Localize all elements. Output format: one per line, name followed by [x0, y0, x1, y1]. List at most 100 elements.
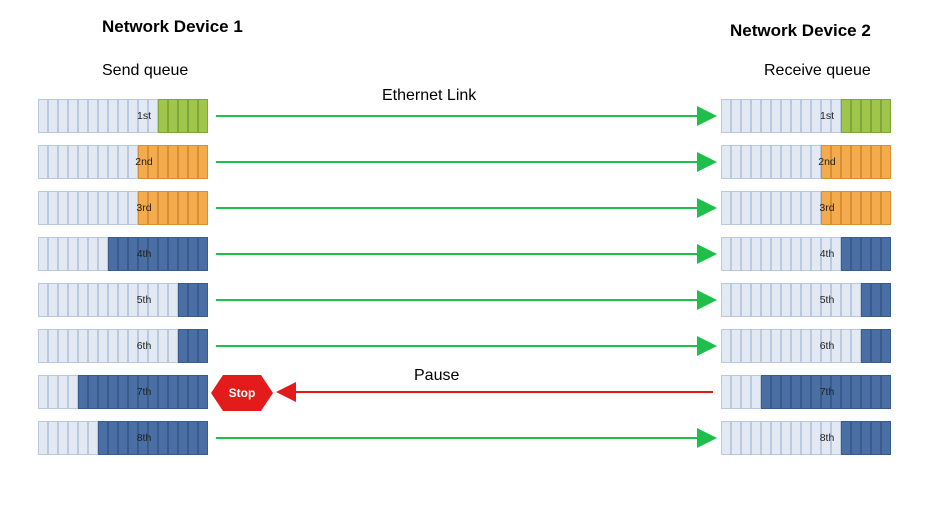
- queue-cell: [108, 283, 118, 317]
- queue-row: 6th: [38, 329, 208, 363]
- queue-cell: [158, 421, 168, 455]
- queue-label: 5th: [137, 294, 152, 306]
- queue-cell: [801, 99, 811, 133]
- queue-cell: [791, 421, 801, 455]
- queue-row: 1st: [38, 99, 208, 133]
- queue-cell: [58, 191, 68, 225]
- queue-row: 3rd: [38, 191, 208, 225]
- queue-cell: [48, 375, 58, 409]
- queue-label: 2nd: [818, 156, 836, 168]
- queue-cell: [861, 99, 871, 133]
- queue-cell: [731, 421, 741, 455]
- queue-cell: [88, 145, 98, 179]
- queue-cell: [118, 329, 128, 363]
- queue-cell: [58, 283, 68, 317]
- queue-cell: [751, 99, 761, 133]
- queue-cell: [861, 145, 871, 179]
- queue-cell: [871, 329, 881, 363]
- queue-cell: [188, 145, 198, 179]
- queue-cell: [801, 145, 811, 179]
- queue-cell: [781, 375, 791, 409]
- queue-cell: [98, 145, 108, 179]
- queue-cell: [791, 99, 801, 133]
- queue-cell: [791, 145, 801, 179]
- queue-cell: [731, 191, 741, 225]
- queue-cell: [108, 375, 118, 409]
- queue-cell: [48, 329, 58, 363]
- queue-cell: [78, 237, 88, 271]
- queue-cell: [751, 421, 761, 455]
- queue-cell: [68, 191, 78, 225]
- queue-cell: [871, 283, 881, 317]
- queue-label: 6th: [137, 340, 152, 352]
- queue-cell: [791, 375, 801, 409]
- queue-cell: [48, 145, 58, 179]
- queue-cell: [861, 375, 871, 409]
- queue-cell: [751, 191, 761, 225]
- pause-label: Pause: [414, 367, 459, 385]
- queue-cell: [881, 99, 891, 133]
- queue-cell: [871, 237, 881, 271]
- queue-cell: [108, 329, 118, 363]
- queue-cell: [168, 375, 178, 409]
- queue-cell: [741, 329, 751, 363]
- queue-cell: [861, 329, 871, 363]
- queue-cell: [861, 191, 871, 225]
- queue-cell: [168, 329, 178, 363]
- queue-cell: [38, 191, 48, 225]
- queue-cell: [791, 237, 801, 271]
- queue-cell: [731, 99, 741, 133]
- queue-cell: [158, 283, 168, 317]
- queue-cell: [168, 145, 178, 179]
- queue-cell: [88, 237, 98, 271]
- queue-cell: [78, 421, 88, 455]
- queue-cell: [88, 329, 98, 363]
- queue-cell: [68, 283, 78, 317]
- queue-cell: [741, 99, 751, 133]
- queue-cell: [851, 237, 861, 271]
- queue-cell: [771, 375, 781, 409]
- queue-cell: [118, 283, 128, 317]
- queue-cell: [168, 237, 178, 271]
- queue-cell: [188, 191, 198, 225]
- queue-cell: [68, 237, 78, 271]
- queue-cell: [761, 375, 771, 409]
- queue-label: 7th: [820, 386, 835, 398]
- queue-row: 3rd: [721, 191, 891, 225]
- queue-cell: [178, 421, 188, 455]
- queue-cell: [881, 237, 891, 271]
- queue-cell: [751, 375, 761, 409]
- queue-cell: [188, 329, 198, 363]
- queue-cell: [198, 145, 208, 179]
- queue-cell: [48, 283, 58, 317]
- queue-cell: [801, 191, 811, 225]
- queue-cell: [781, 145, 791, 179]
- queue-cell: [841, 237, 851, 271]
- queue-cell: [741, 237, 751, 271]
- queue-cell: [168, 99, 178, 133]
- queue-cell: [881, 421, 891, 455]
- queue-cell: [188, 421, 198, 455]
- queue-cell: [88, 375, 98, 409]
- queue-cell: [118, 191, 128, 225]
- queue-cell: [841, 191, 851, 225]
- queue-label: 8th: [137, 432, 152, 444]
- queue-cell: [98, 191, 108, 225]
- queue-cell: [841, 421, 851, 455]
- queue-row: 6th: [721, 329, 891, 363]
- queue-cell: [751, 283, 761, 317]
- queue-cell: [118, 99, 128, 133]
- queue-label: 3rd: [136, 202, 151, 214]
- queue-cell: [801, 283, 811, 317]
- queue-cell: [168, 421, 178, 455]
- queue-cell: [198, 283, 208, 317]
- queue-cell: [108, 237, 118, 271]
- queue-cell: [771, 283, 781, 317]
- queue-cell: [78, 191, 88, 225]
- queue-label: 4th: [820, 248, 835, 260]
- queue-cell: [761, 329, 771, 363]
- queue-cell: [48, 99, 58, 133]
- queue-cell: [801, 421, 811, 455]
- queue-cell: [38, 375, 48, 409]
- queue-cell: [68, 421, 78, 455]
